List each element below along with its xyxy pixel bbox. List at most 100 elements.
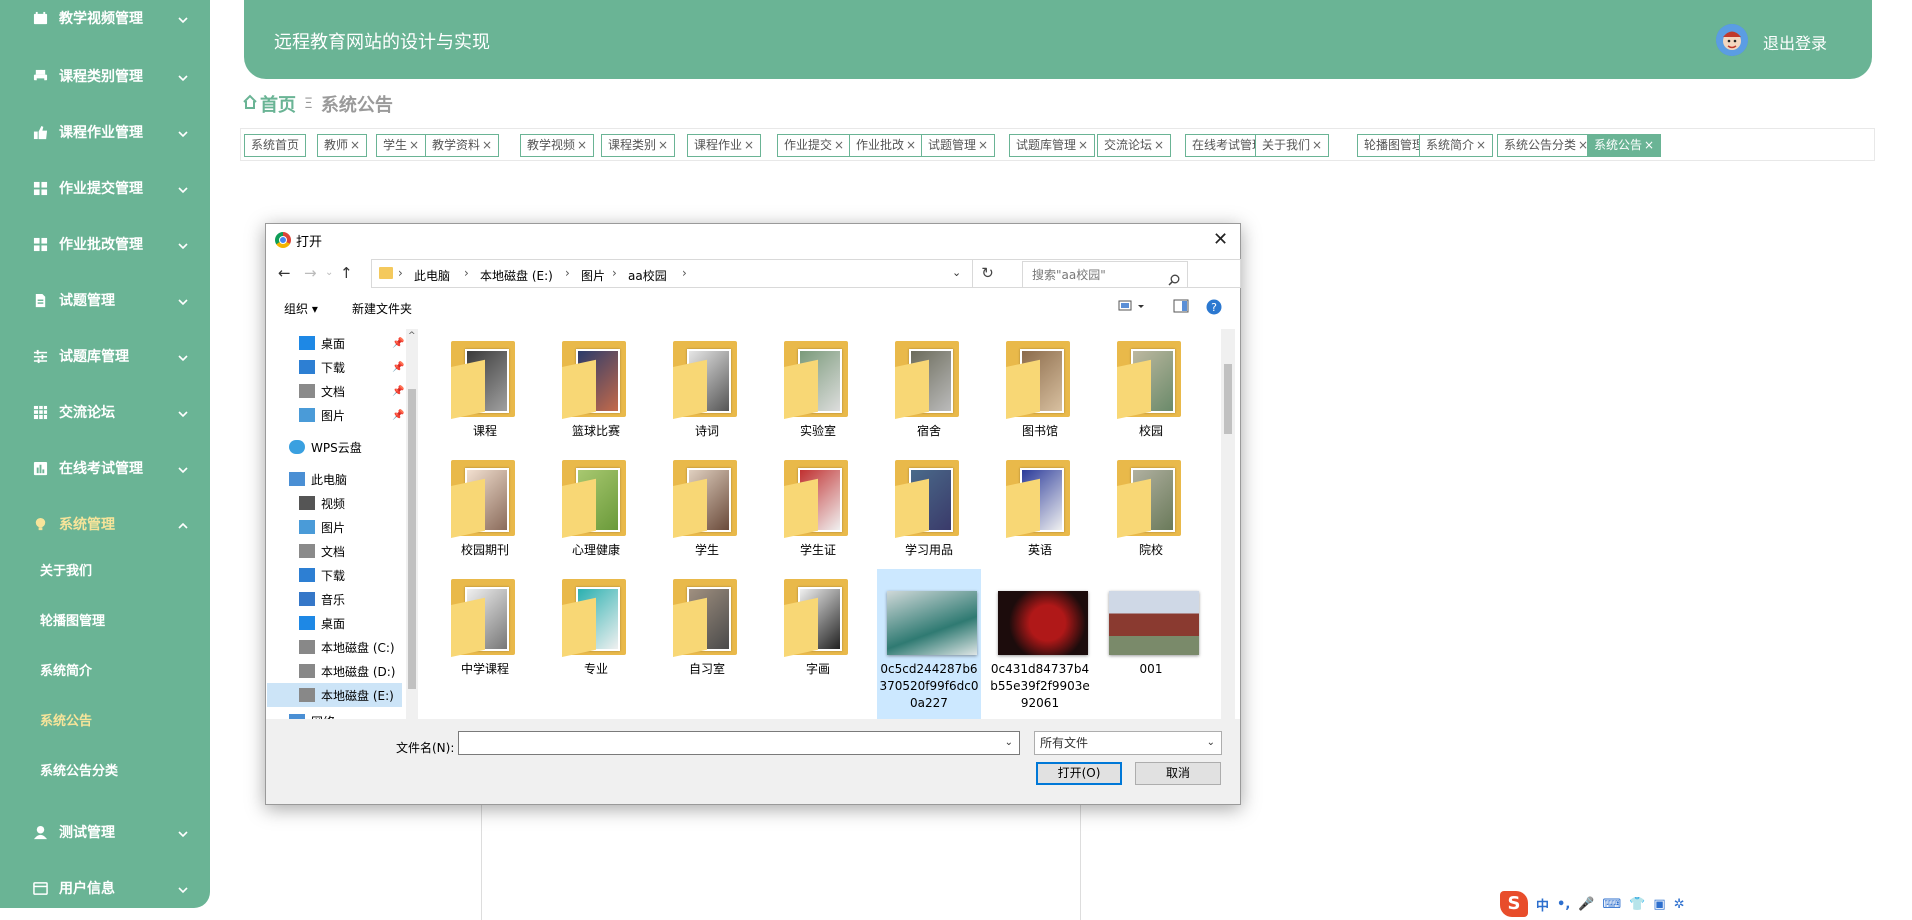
organize-menu[interactable]: 组织 ▾: [284, 300, 318, 317]
path-drive-e[interactable]: 本地磁盘 (E:): [480, 267, 553, 284]
sidebar-subitem[interactable]: 关于我们: [40, 560, 92, 579]
tab-tag[interactable]: 作业提交 ×: [777, 134, 852, 157]
close-icon[interactable]: ×: [577, 138, 587, 152]
tab-tag[interactable]: 系统公告分类 ×: [1497, 134, 1596, 157]
folder-item[interactable]: 校园: [1099, 331, 1203, 446]
tab-tag[interactable]: 教学资料 ×: [425, 134, 500, 157]
sidebar-subitem[interactable]: 系统公告分类: [40, 760, 118, 779]
sidebar-item[interactable]: 课程类别管理: [0, 48, 210, 104]
folder-item[interactable]: 学习用品: [877, 450, 981, 565]
home-icon[interactable]: [242, 94, 258, 115]
sidebar-item[interactable]: 课程作业管理: [0, 104, 210, 160]
sidebar-item[interactable]: 作业批改管理: [0, 216, 210, 272]
address-bar[interactable]: › 此电脑 › 本地磁盘 (E:) › 图片 › aa校园 › ⌄ ↻ 搜索"a…: [371, 259, 1241, 288]
nav-item[interactable]: 文档 📌: [267, 379, 404, 403]
sidebar-item[interactable]: 教学视频管理: [0, 0, 210, 46]
nav-item[interactable]: 图片 📌: [267, 403, 404, 427]
tab-tag[interactable]: 教师 ×: [317, 134, 368, 157]
scroll-up-icon[interactable]: ^: [408, 331, 416, 341]
tab-tag[interactable]: 作业批改 ×: [849, 134, 924, 157]
tab-tag[interactable]: 系统首页: [244, 134, 307, 157]
close-icon[interactable]: ×: [409, 138, 419, 152]
close-icon[interactable]: ×: [1154, 138, 1164, 152]
chevron-down-icon[interactable]: ⌄: [1005, 737, 1013, 748]
image-file-item[interactable]: 0c5cd244287b6370520f99f6dc00a227: [877, 569, 981, 719]
image-file-item[interactable]: 001: [1099, 569, 1203, 684]
tab-tag[interactable]: 教学视频 ×: [520, 134, 595, 157]
tab-tag[interactable]: 课程作业 ×: [687, 134, 762, 157]
tab-tag[interactable]: 关于我们 ×: [1255, 134, 1330, 157]
nav-item[interactable]: 音乐: [267, 587, 402, 611]
help-icon[interactable]: ?: [1206, 299, 1222, 319]
folder-item[interactable]: 诗词: [655, 331, 759, 446]
close-icon[interactable]: ×: [834, 138, 844, 152]
sidebar-subitem[interactable]: 轮播图管理: [40, 610, 105, 629]
nav-item[interactable]: WPS云盘: [267, 435, 402, 459]
folder-item[interactable]: 院校: [1099, 450, 1203, 565]
microphone-icon[interactable]: 🎤: [1578, 897, 1594, 912]
nav-item[interactable]: 本地磁盘 (E:): [267, 683, 402, 707]
refresh-icon[interactable]: ↻: [972, 260, 1002, 287]
tab-tag[interactable]: 系统简介 ×: [1419, 134, 1494, 157]
up-arrow-icon[interactable]: ↑: [340, 264, 353, 282]
skin-icon[interactable]: 👕: [1629, 897, 1645, 912]
filetype-select[interactable]: 所有文件 ⌄: [1034, 731, 1222, 755]
folder-item[interactable]: 中学课程: [433, 569, 537, 684]
sidebar-item[interactable]: 在线考试管理: [0, 440, 210, 496]
sidebar-item[interactable]: 作业提交管理: [0, 160, 210, 216]
sidebar-item[interactable]: 试题库管理: [0, 328, 210, 384]
sogou-logo-icon[interactable]: S: [1500, 891, 1528, 917]
folder-item[interactable]: 课程: [433, 331, 537, 446]
new-folder-button[interactable]: 新建文件夹: [352, 300, 412, 317]
address-dropdown-icon[interactable]: ⌄: [952, 266, 961, 279]
close-icon[interactable]: ×: [482, 138, 492, 152]
user-avatar[interactable]: [1716, 24, 1748, 56]
tab-tag[interactable]: 交流论坛 ×: [1097, 134, 1172, 157]
folder-item[interactable]: 英语: [988, 450, 1092, 565]
nav-item[interactable]: 本地磁盘 (D:): [267, 659, 402, 683]
files-scrollbar[interactable]: [1221, 329, 1235, 719]
forward-arrow-icon[interactable]: →: [304, 264, 317, 282]
sidebar-item[interactable]: 交流论坛: [0, 384, 210, 440]
nav-item[interactable]: 桌面: [267, 611, 402, 635]
sidebar-subitem[interactable]: 系统简介: [40, 660, 92, 679]
close-icon[interactable]: ×: [978, 138, 988, 152]
sidebar-item[interactable]: 试题管理: [0, 272, 210, 328]
ime-mode[interactable]: 中: [1536, 895, 1549, 914]
preview-pane-icon[interactable]: [1173, 299, 1189, 317]
nav-item[interactable]: 下载: [267, 563, 402, 587]
nav-item[interactable]: 视频: [267, 491, 402, 515]
close-icon[interactable]: ×: [350, 138, 360, 152]
nav-item[interactable]: 此电脑: [267, 467, 402, 491]
tab-tag[interactable]: 学生 ×: [376, 134, 427, 157]
open-button[interactable]: 打开(O): [1036, 762, 1122, 785]
nav-item[interactable]: 桌面 📌: [267, 331, 404, 355]
toolbox-icon[interactable]: ▣: [1653, 897, 1665, 912]
logout-button[interactable]: 退出登录: [1763, 30, 1827, 54]
dialog-close-button[interactable]: ✕: [1213, 229, 1228, 250]
view-options-icon[interactable]: [1118, 299, 1148, 317]
folder-item[interactable]: 专业: [544, 569, 648, 684]
close-icon[interactable]: ×: [1078, 138, 1088, 152]
folder-item[interactable]: 自习室: [655, 569, 759, 684]
nav-item[interactable]: 文档: [267, 539, 402, 563]
recent-dropdown-icon[interactable]: ⌄: [325, 267, 333, 278]
close-icon[interactable]: ×: [1312, 138, 1322, 152]
punctuation-icon[interactable]: •,: [1557, 897, 1570, 912]
tab-tag[interactable]: 课程类别 ×: [601, 134, 676, 157]
folder-item[interactable]: 字画: [766, 569, 870, 684]
cancel-button[interactable]: 取消: [1135, 762, 1221, 785]
folder-item[interactable]: 实验室: [766, 331, 870, 446]
folder-item[interactable]: 校园期刊: [433, 450, 537, 565]
folder-item[interactable]: 学生: [655, 450, 759, 565]
folder-item[interactable]: 学生证: [766, 450, 870, 565]
path-aa-campus[interactable]: aa校园: [628, 267, 667, 284]
nav-scrollbar[interactable]: ^: [406, 329, 418, 719]
nav-item[interactable]: 网络: [267, 709, 402, 719]
path-pictures[interactable]: 图片: [581, 267, 605, 284]
close-icon[interactable]: ×: [658, 138, 668, 152]
keyboard-icon[interactable]: ⌨: [1602, 897, 1621, 912]
tab-tag[interactable]: 试题管理 ×: [921, 134, 996, 157]
back-arrow-icon[interactable]: ←: [278, 264, 291, 282]
folder-item[interactable]: 心理健康: [544, 450, 648, 565]
